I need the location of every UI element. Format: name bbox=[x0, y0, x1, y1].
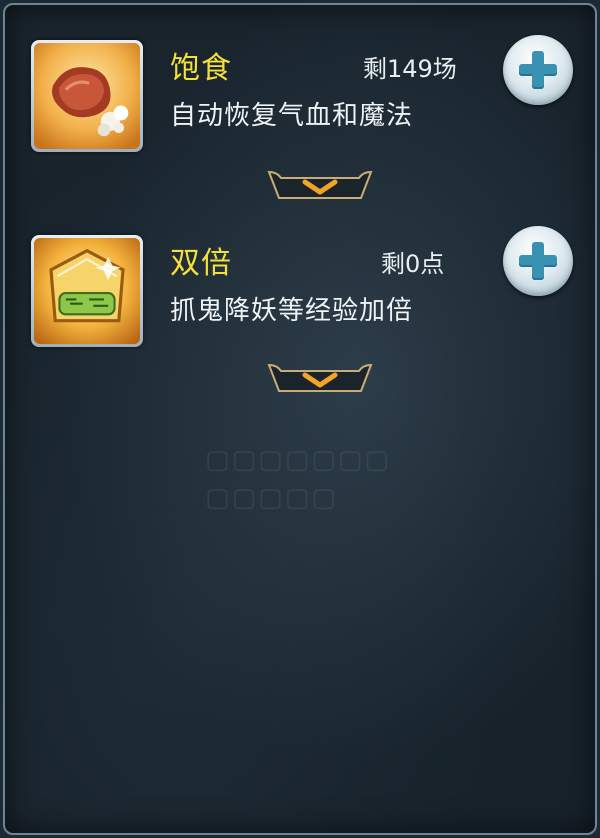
chevron-down-icon bbox=[267, 170, 373, 199]
plus-icon bbox=[532, 242, 544, 280]
remaining-count: 剩149场 bbox=[363, 55, 457, 83]
background-ghost: ▢▢▢▢▢▢▢ bbox=[205, 445, 391, 475]
plus-icon bbox=[532, 51, 544, 89]
buff-row-double-exp: 双倍 剩0点 抓鬼降妖等经验加倍 bbox=[5, 226, 595, 370]
buff-title: 饱食 bbox=[170, 51, 232, 86]
remaining-count: 剩0点 bbox=[381, 250, 445, 278]
add-double-exp-button[interactable] bbox=[503, 226, 573, 296]
roasted-meat-icon bbox=[34, 43, 140, 149]
add-satiety-button[interactable] bbox=[503, 35, 573, 105]
buff-description: 抓鬼降妖等经验加倍 bbox=[170, 296, 414, 326]
buff-description: 自动恢复气血和魔法 bbox=[170, 101, 414, 131]
expand-toggle-double-exp[interactable] bbox=[265, 361, 375, 397]
chevron-down-icon bbox=[267, 363, 373, 392]
background-ghost: ▢▢▢▢▢ bbox=[205, 483, 338, 513]
satiety-item-slot[interactable] bbox=[31, 40, 143, 152]
buff-title: 双倍 bbox=[170, 246, 232, 281]
double-exp-item-slot[interactable] bbox=[31, 235, 143, 347]
buff-panel: ▢▢▢▢▢▢▢ ▢▢▢▢▢ 饱食 剩149场 自动恢复气血和魔法 双倍 剩0点 … bbox=[3, 3, 597, 835]
expand-toggle-satiety[interactable] bbox=[265, 168, 375, 204]
double-exp-scroll-icon bbox=[34, 238, 140, 344]
buff-row-satiety: 饱食 剩149场 自动恢复气血和魔法 bbox=[5, 35, 595, 175]
